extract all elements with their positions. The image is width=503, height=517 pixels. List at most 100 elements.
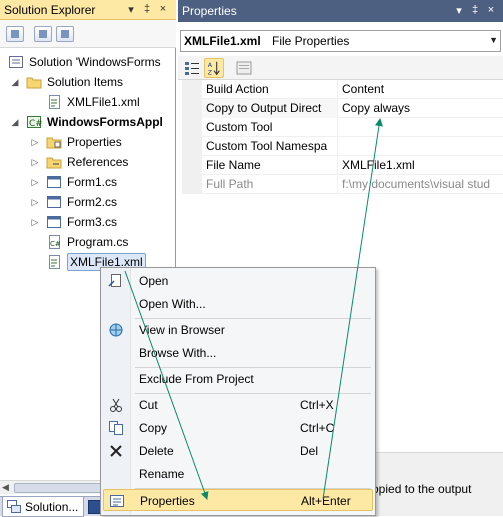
object-name: XMLFile1.xml	[184, 34, 261, 48]
categorized-icon[interactable]	[182, 58, 202, 78]
menu-item-label: Open	[139, 274, 169, 288]
collapse-icon[interactable]: ◢	[10, 77, 20, 87]
xml-file-icon	[49, 95, 60, 109]
tree-node-label: References	[67, 155, 129, 169]
property-value[interactable]: Copy always	[339, 99, 503, 118]
svg-text:C#: C#	[50, 240, 61, 248]
copy-icon	[109, 421, 123, 435]
delete-icon	[110, 445, 122, 457]
pin-icon[interactable]: ‡	[470, 4, 480, 18]
tree-node-label: Solution 'WindowsForms	[29, 55, 161, 69]
solution-explorer-title: Solution Explorer	[4, 3, 96, 17]
property-row[interactable]: Build Action Content	[182, 80, 503, 99]
alphabetical-icon[interactable]: A Z	[204, 58, 224, 78]
tree-node[interactable]: ▷ Form1.cs	[0, 172, 176, 192]
property-value[interactable]	[339, 137, 503, 156]
solution-icon	[9, 56, 23, 68]
menu-items: Open Open With... View in Browser Browse Wi…	[101, 268, 377, 515]
menu-item-open-with[interactable]: Open With...	[103, 293, 373, 315]
form-icon	[47, 216, 61, 228]
property-name: Custom Tool	[182, 118, 338, 137]
expand-icon[interactable]: ▷	[30, 177, 40, 187]
dropdown-icon[interactable]: ▾	[454, 4, 464, 18]
show-all-files-button[interactable]	[34, 26, 52, 42]
tree-node[interactable]: C# Program.cs	[0, 232, 176, 252]
object-selector[interactable]: XMLFile1.xml File Properties ▼	[180, 30, 501, 52]
close-icon[interactable]: ×	[158, 3, 168, 17]
menu-item-label: Properties	[140, 494, 195, 508]
cut-icon	[110, 398, 122, 412]
property-row[interactable]: Full Path f:\my documents\visual stud	[182, 175, 503, 194]
object-kind: File Properties	[272, 34, 350, 48]
property-row[interactable]: File Name XMLFile1.xml	[182, 156, 503, 175]
properties-toolbar: A Z	[178, 56, 503, 80]
svg-text:A: A	[208, 62, 213, 69]
tab-solution-explorer[interactable]: Solution...	[2, 497, 84, 517]
property-value[interactable]: XMLFile1.xml	[339, 156, 503, 175]
close-icon[interactable]: ×	[486, 4, 496, 18]
solution-explorer-toolbar	[0, 20, 176, 48]
properties-icon	[110, 495, 124, 507]
tree-node-label: WindowsFormsAppl	[47, 115, 163, 129]
menu-item-properties[interactable]: Properties Alt+Enter	[103, 489, 373, 511]
xml-file-icon	[49, 255, 60, 269]
menu-item-label: Browse With...	[139, 346, 217, 360]
dropdown-icon[interactable]: ▾	[126, 3, 136, 17]
tree-node[interactable]: Solution 'WindowsForms	[0, 52, 176, 72]
menu-item-open[interactable]: Open	[103, 270, 373, 292]
property-row[interactable]: Custom Tool	[182, 118, 503, 137]
menu-item-shortcut: Ctrl+X	[300, 398, 334, 412]
tree-node-label: Form3.cs	[67, 215, 118, 229]
chevron-down-icon[interactable]: ▼	[489, 35, 498, 45]
refresh-button[interactable]	[56, 26, 74, 42]
tree-node[interactable]: ▷ Form3.cs	[0, 212, 176, 232]
expand-icon[interactable]: ▷	[30, 217, 40, 227]
menu-item-cut[interactable]: Cut Ctrl+X	[103, 394, 373, 416]
browser-icon	[109, 323, 123, 337]
form-icon	[47, 196, 61, 208]
property-value[interactable]	[339, 118, 503, 137]
menu-item-label: Open With...	[139, 297, 206, 311]
tree-node[interactable]: XMLFile1.xml	[0, 92, 176, 112]
scroll-left-icon[interactable]: ◀	[2, 482, 9, 493]
menu-item-shortcut: Alt+Enter	[301, 494, 351, 508]
property-row[interactable]: Custom Tool Namespa	[182, 137, 503, 156]
references-icon	[46, 157, 62, 169]
context-menu: Open Open With... View in Browser Browse Wi…	[100, 267, 376, 516]
property-row[interactable]: Copy to Output Direct Copy always	[182, 99, 503, 118]
tree-node[interactable]: ◢ Solution Items	[0, 72, 176, 92]
menu-item-browse-with[interactable]: Browse With...	[103, 342, 373, 364]
tree-node-label: Form1.cs	[67, 175, 118, 189]
menu-item-label: Exclude From Project	[139, 372, 254, 386]
tree-node[interactable]: ◢ C# WindowsFormsAppl	[0, 112, 176, 132]
open-icon	[108, 274, 121, 287]
properties-tool-button[interactable]	[6, 26, 24, 42]
menu-item-view-in-browser[interactable]: View in Browser	[103, 319, 373, 341]
tree-node[interactable]: ▷ References	[0, 152, 176, 172]
expand-icon[interactable]: ▷	[30, 157, 40, 167]
collapse-icon[interactable]: ◢	[10, 117, 20, 127]
csharp-file-icon: C#	[49, 235, 61, 249]
expand-icon[interactable]: ▷	[30, 197, 40, 207]
property-name: Copy to Output Direct	[182, 99, 338, 118]
tree-node-label: Form2.cs	[67, 195, 118, 209]
property-value[interactable]: f:\my documents\visual stud	[339, 175, 503, 194]
menu-item-rename[interactable]: Rename	[103, 463, 373, 485]
tree-node[interactable]: ▷ Properties	[0, 132, 176, 152]
tree-node[interactable]: ▷ Form2.cs	[0, 192, 176, 212]
menu-item-exclude-from-project[interactable]: Exclude From Project	[103, 368, 373, 390]
menu-item-copy[interactable]: Copy Ctrl+C	[103, 417, 373, 439]
properties-title: Properties	[182, 4, 237, 18]
property-value[interactable]: Content	[339, 80, 503, 99]
property-name: File Name	[182, 156, 338, 175]
property-name: Full Path	[182, 175, 338, 194]
solution-explorer-titlebar: Solution Explorer ▾ ‡ ×	[0, 0, 176, 20]
menu-item-label: Rename	[139, 467, 185, 481]
expand-icon[interactable]: ▷	[30, 137, 40, 147]
tab-label: Solution...	[25, 500, 79, 514]
menu-item-label: Copy	[139, 421, 168, 435]
menu-item-delete[interactable]: Delete Del	[103, 440, 373, 462]
property-pages-icon[interactable]	[234, 58, 254, 78]
pin-icon[interactable]: ‡	[142, 3, 152, 17]
menu-item-label: Delete	[139, 444, 174, 458]
